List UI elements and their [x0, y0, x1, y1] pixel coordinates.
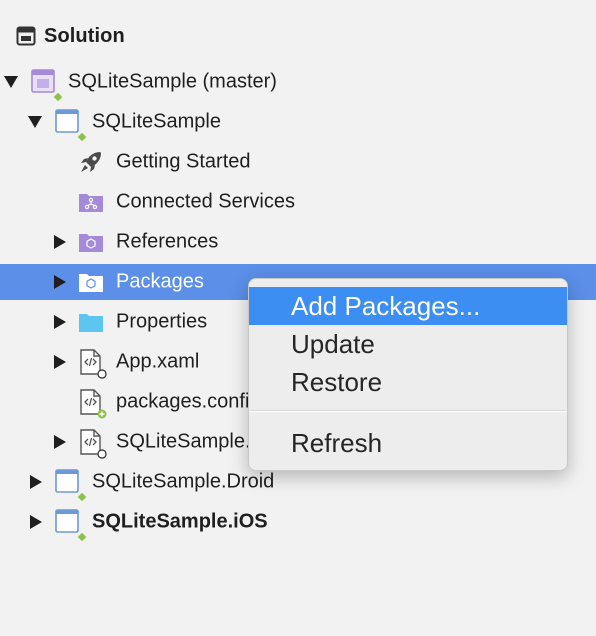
- config-file-icon: [78, 389, 107, 419]
- menu-item-label: Refresh: [291, 427, 383, 458]
- context-menu: Add Packages... Update Restore Refresh: [248, 278, 568, 471]
- tree-row-label: Getting Started: [116, 150, 251, 173]
- project-icon: [54, 509, 80, 535]
- tree-row-references[interactable]: References: [0, 224, 596, 260]
- menu-item-add-packages[interactable]: Add Packages...: [249, 287, 567, 325]
- expand-arrow-icon[interactable]: [30, 475, 42, 489]
- menu-item-refresh[interactable]: Refresh: [249, 424, 567, 462]
- tree-row-project-ios[interactable]: SQLiteSample.iOS: [0, 504, 596, 542]
- expand-arrow-icon[interactable]: [54, 235, 66, 249]
- solution-pad: Solution SQLiteSample (master) SQLiteSam…: [0, 0, 596, 636]
- project-icon: [54, 469, 80, 495]
- tree-row-label: Packages: [116, 270, 204, 293]
- expand-arrow-icon[interactable]: [54, 315, 66, 329]
- pad-title: Solution: [44, 24, 125, 47]
- xaml-file-icon: [78, 429, 107, 459]
- connected-services-folder-icon: [78, 189, 104, 215]
- menu-item-label: Add Packages...: [291, 290, 481, 321]
- branch-indicator-icon: [77, 492, 87, 502]
- tree-row-label: packages.config: [116, 390, 261, 413]
- tree-row-label: Properties: [116, 310, 208, 333]
- tree-row-label: SQLiteSample (master): [68, 70, 277, 93]
- branch-indicator-icon: [53, 92, 63, 102]
- menu-separator-highlight: [249, 411, 567, 412]
- menu-item-update[interactable]: Update: [249, 325, 567, 363]
- tree-row-project-shared[interactable]: SQLiteSample: [0, 104, 596, 142]
- tree-row-solution[interactable]: SQLiteSample (master): [0, 64, 596, 102]
- branch-indicator-icon: [77, 132, 87, 142]
- expand-arrow-icon[interactable]: [54, 275, 66, 289]
- expand-arrow-icon[interactable]: [54, 355, 66, 369]
- references-folder-icon: [78, 229, 104, 255]
- folder-icon: [78, 309, 104, 335]
- rocket-icon: [78, 149, 104, 175]
- project-icon: [54, 109, 80, 135]
- tree-row-label: Connected Services: [116, 190, 295, 213]
- tree-row-label: App.xaml: [116, 350, 200, 373]
- solution-icon: [30, 69, 56, 95]
- expand-arrow-icon[interactable]: [28, 116, 42, 128]
- menu-item-label: Update: [291, 328, 375, 359]
- branch-indicator-icon: [77, 532, 87, 542]
- tree-row-label: SQLiteSample.Droid: [92, 470, 275, 493]
- expand-arrow-icon[interactable]: [4, 76, 18, 88]
- tree-row-label: SQLiteSample.iOS: [92, 510, 268, 533]
- xaml-file-icon: [78, 349, 107, 379]
- expand-arrow-icon[interactable]: [54, 435, 66, 449]
- tree-row-getting-started[interactable]: Getting Started: [0, 144, 596, 180]
- menu-item-restore[interactable]: Restore: [249, 363, 567, 401]
- tree-row-label: SQLiteSample: [92, 110, 221, 133]
- expand-arrow-icon[interactable]: [30, 515, 42, 529]
- pad-header: Solution: [16, 20, 125, 52]
- tree-row-connected-services[interactable]: Connected Services: [0, 184, 596, 220]
- tree-row-label: References: [116, 230, 219, 253]
- packages-folder-icon: [78, 269, 104, 295]
- menu-item-label: Restore: [291, 366, 383, 397]
- solution-window-icon: [16, 26, 36, 46]
